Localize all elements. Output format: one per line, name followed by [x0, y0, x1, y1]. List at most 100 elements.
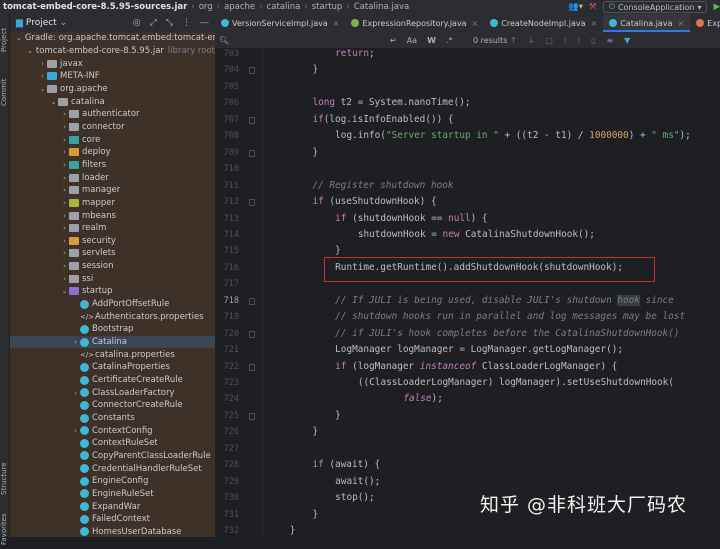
tree-item[interactable]: ›deploy	[10, 146, 215, 159]
fold-marker-icon[interactable]	[249, 150, 255, 157]
tool-window-commit[interactable]: Commit	[0, 74, 10, 110]
fold-marker-icon[interactable]	[249, 413, 255, 420]
tree-item[interactable]: ›authenticator	[10, 108, 215, 121]
chevron-right-icon[interactable]: ›	[60, 199, 69, 207]
chevron-right-icon[interactable]: ›	[71, 338, 80, 346]
tree-item[interactable]: CopyParentClassLoaderRule	[10, 450, 215, 463]
tree-item[interactable]: ›core	[10, 133, 215, 146]
chevron-down-icon[interactable]: ⌄	[38, 85, 47, 93]
tree-item[interactable]: ⌄org.apache	[10, 83, 215, 96]
remove-caret-icon[interactable]: ⁞	[578, 36, 581, 45]
expand-all-icon[interactable]: ⤢	[150, 18, 157, 28]
chevron-down-icon[interactable]: ⌄	[60, 287, 69, 295]
tree-item[interactable]: ›META-INF	[10, 70, 215, 83]
tree-item[interactable]: ›mapper	[10, 197, 215, 210]
chevron-right-icon[interactable]: ›	[38, 72, 47, 80]
tree-item[interactable]: ›Catalina	[10, 336, 215, 349]
match-case-toggle[interactable]: Aa	[407, 36, 417, 45]
chevron-right-icon[interactable]: ›	[71, 427, 80, 435]
chevron-right-icon[interactable]: ›	[60, 262, 69, 270]
tree-item[interactable]: CatalinaProperties	[10, 361, 215, 374]
build-hammer-icon[interactable]: ⚒	[589, 2, 597, 12]
chevron-right-icon[interactable]: ›	[60, 174, 69, 182]
tree-item[interactable]: ›servlets	[10, 247, 215, 260]
filter-lines-icon[interactable]: ≡	[606, 36, 613, 45]
close-tab-icon[interactable]: ×	[591, 19, 598, 28]
tree-item[interactable]: ⌄startup	[10, 285, 215, 298]
tree-item[interactable]: ›connector	[10, 121, 215, 134]
regex-toggle[interactable]: .*	[446, 36, 453, 45]
code-editor[interactable]: return;}long t2 = System.nanoTime();if(l…	[263, 49, 720, 537]
tree-item[interactable]: Bootstrap	[10, 323, 215, 336]
close-tab-icon[interactable]: ×	[472, 19, 479, 28]
tree-item[interactable]: EngineRuleSet	[10, 488, 215, 501]
tree-item[interactable]: Constants	[10, 412, 215, 425]
tree-item[interactable]: EngineConfig	[10, 475, 215, 488]
close-tab-icon[interactable]: ×	[677, 19, 684, 28]
locate-target-icon[interactable]: ◎	[133, 18, 141, 28]
fold-marker-icon[interactable]	[249, 331, 255, 338]
newline-icon[interactable]: ↵	[390, 36, 397, 45]
fold-marker-icon[interactable]	[249, 364, 255, 371]
columns-icon[interactable]: ▯	[591, 36, 595, 45]
chevron-down-icon[interactable]: ⌄	[27, 47, 33, 55]
tree-item[interactable]: ›security	[10, 235, 215, 248]
arrow-down-icon[interactable]: ↓	[528, 36, 535, 45]
tree-item[interactable]: ⌄catalina	[10, 95, 215, 108]
chevron-right-icon[interactable]: ›	[71, 389, 80, 397]
run-icon[interactable]: ▶	[713, 2, 720, 12]
tree-item[interactable]: AddPortOffsetRule	[10, 298, 215, 311]
users-icon[interactable]: 👥▾	[568, 2, 583, 12]
add-caret-icon[interactable]: ⁞	[564, 36, 567, 45]
chevron-right-icon[interactable]: ›	[60, 237, 69, 245]
editor-tab[interactable]: CreateNodeImpl.java×	[484, 14, 603, 32]
project-view-select[interactable]: Project	[26, 18, 57, 28]
tree-item[interactable]: FailedContext	[10, 513, 215, 526]
breadcrumb-file[interactable]: Catalina.java	[354, 2, 410, 12]
chevron-down-icon[interactable]: ⌄	[16, 34, 22, 42]
chevron-down-icon[interactable]: ⌄	[60, 18, 68, 28]
tree-item[interactable]: ConnectorCreateRule	[10, 399, 215, 412]
chevron-right-icon[interactable]: ›	[60, 186, 69, 194]
tree-item[interactable]: </>Authenticators.properties	[10, 310, 215, 323]
tree-item[interactable]: ExpandWar	[10, 500, 215, 513]
more-options-icon[interactable]: ⋮	[182, 18, 191, 28]
breadcrumb-org[interactable]: org	[199, 2, 213, 12]
tree-item[interactable]: ›ssi	[10, 272, 215, 285]
tree-item[interactable]: ›loader	[10, 171, 215, 184]
fold-marker-icon[interactable]	[249, 67, 255, 74]
tree-item[interactable]: ›javax	[10, 57, 215, 70]
breadcrumb-startup[interactable]: startup	[312, 2, 343, 12]
tree-item[interactable]: ContextRuleSet	[10, 437, 215, 450]
tree-item[interactable]: ›filters	[10, 159, 215, 172]
chevron-right-icon[interactable]: ›	[60, 275, 69, 283]
tree-item[interactable]: ⌄Gradle: org.apache.tomcat.embed:tomcat-…	[10, 32, 215, 45]
fold-marker-icon[interactable]	[249, 298, 255, 305]
chevron-right-icon[interactable]: ›	[60, 161, 69, 169]
chevron-right-icon[interactable]: ›	[60, 148, 69, 156]
fold-marker-icon[interactable]	[249, 117, 255, 124]
select-all-icon[interactable]: ▢	[545, 36, 553, 45]
chevron-right-icon[interactable]: ›	[60, 110, 69, 118]
tree-item[interactable]: HomesUserDatabase	[10, 526, 215, 539]
breadcrumb-catalina[interactable]: catalina	[267, 2, 301, 12]
chevron-down-icon[interactable]: ⌄	[49, 98, 58, 106]
tree-item[interactable]: ›ContextConfig	[10, 424, 215, 437]
chevron-right-icon[interactable]: ›	[60, 136, 69, 144]
arrow-up-icon[interactable]: ↑	[510, 36, 517, 45]
filter-icon[interactable]: ▼	[624, 36, 630, 45]
close-tab-icon[interactable]: ×	[333, 19, 340, 28]
editor-tab[interactable]: Catalina.java×	[603, 14, 690, 32]
tool-window-structure[interactable]: Structure	[0, 459, 10, 499]
tool-window-project[interactable]: Project	[0, 20, 10, 60]
chevron-right-icon[interactable]: ›	[38, 60, 47, 68]
whole-words-toggle[interactable]: W	[427, 36, 436, 45]
chevron-right-icon[interactable]: ›	[60, 224, 69, 232]
tree-item[interactable]: </>catalina.properties	[10, 348, 215, 361]
collapse-all-icon[interactable]: ⤡	[166, 18, 173, 28]
editor-tab[interactable]: ExpressionRepository.java×	[345, 14, 484, 32]
hide-panel-icon[interactable]: —	[200, 18, 209, 28]
tree-item[interactable]: ›ClassLoaderFactory	[10, 386, 215, 399]
run-configuration-select[interactable]: ⏻ ConsoleApplication ▾	[603, 1, 708, 13]
tree-item[interactable]: ›realm	[10, 222, 215, 235]
